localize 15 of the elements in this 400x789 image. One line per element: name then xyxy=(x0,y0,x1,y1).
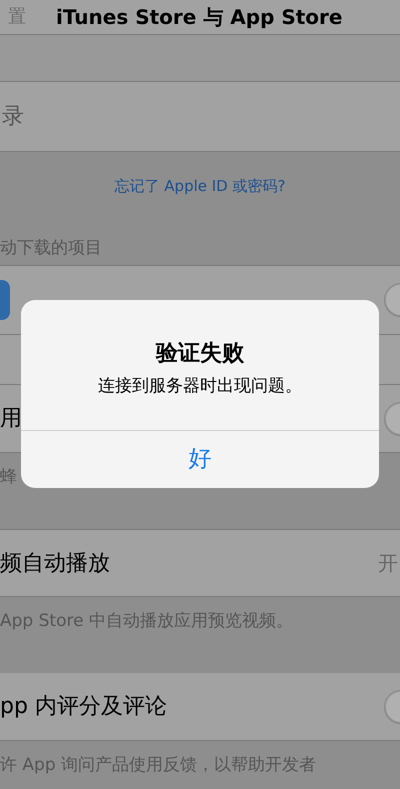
section-header: 动下载的项目 xyxy=(0,236,102,260)
forgot-password-link[interactable]: 忘记了 Apple ID 或密码? xyxy=(114,174,286,197)
row-value: 开 xyxy=(378,550,398,577)
footer-note: 蜂 xyxy=(0,467,17,487)
alert-title: 验证失败 xyxy=(156,340,244,368)
footer-note: 许 App 询问产品使用反馈，以帮助开发者 xyxy=(0,755,316,775)
page-title: iTunes Store 与 App Store xyxy=(56,7,342,27)
row-label: 频自动播放 xyxy=(0,550,110,578)
sign-in-label[interactable]: 录 xyxy=(2,100,24,133)
row-label: pp 内评分及评论 xyxy=(0,693,167,721)
back-link[interactable]: 置 xyxy=(8,8,26,26)
alert-message: 连接到服务器时出现问题。 xyxy=(98,374,302,398)
ok-button[interactable]: 好 xyxy=(172,442,228,477)
row-label: 用 xyxy=(0,405,22,433)
footer-note: App Store 中自动播放应用预览视频。 xyxy=(0,611,293,631)
